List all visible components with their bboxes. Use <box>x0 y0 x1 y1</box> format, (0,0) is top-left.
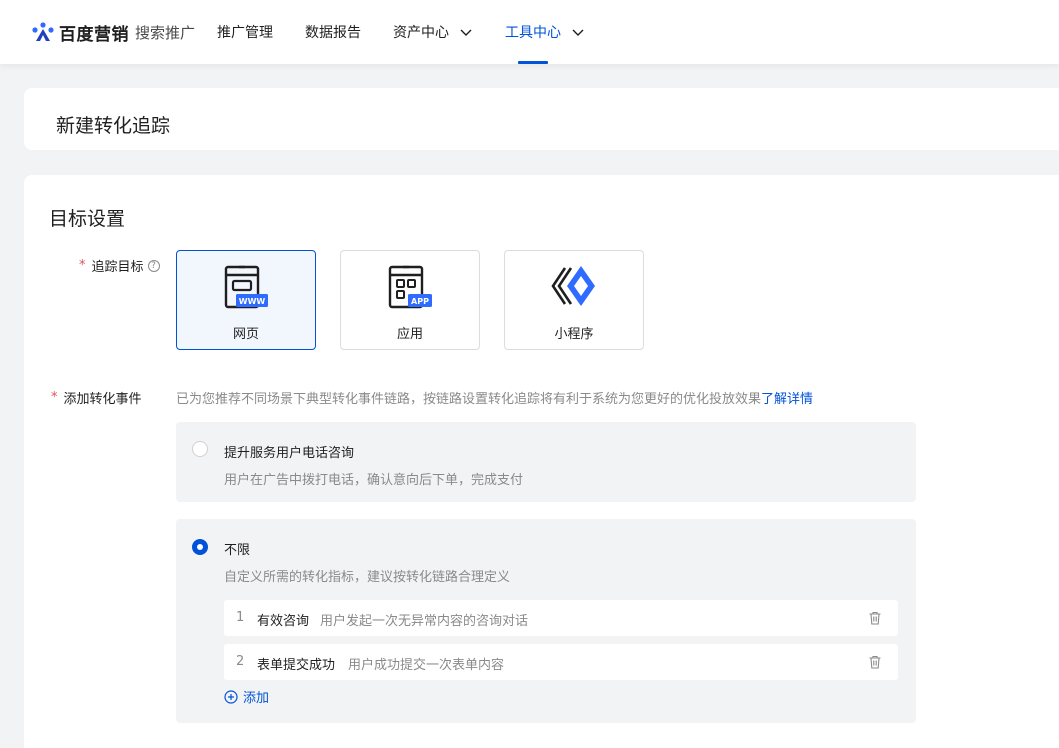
tracking-target-label-text: 追踪目标 <box>91 260 144 275</box>
page-title: 新建转化追踪 <box>56 115 171 137</box>
plus-circle-icon <box>224 689 238 704</box>
brand-name: 百度营销 <box>59 24 129 45</box>
learn-more-link[interactable]: 了解详情 <box>761 392 813 407</box>
top-nav-bar: 百度营销 搜索推广 推广管理 数据报告 资产中心 工具中心 <box>0 0 1059 64</box>
add-conversion-event-label-text: 添加转化事件 <box>63 392 142 407</box>
recommendation-hint: 已为您推荐不同场景下典型转化事件链路，按链路设置转化追踪将有利于系统为您更好的优… <box>176 388 813 407</box>
required-mark: * <box>51 390 58 405</box>
event-index: 1 <box>236 610 245 625</box>
active-tab-indicator <box>518 61 548 64</box>
add-event-button[interactable]: 添加 <box>224 687 269 706</box>
conversion-event-row: 2 表单提交成功 用户成功提交一次表单内容 <box>224 644 898 680</box>
mini-program-icon <box>551 266 595 306</box>
event-description: 用户发起一次无异常内容的咨询对话 <box>320 614 529 629</box>
add-event-label: 添加 <box>243 691 270 706</box>
event-index: 2 <box>236 654 245 669</box>
page-header-card: 新建转化追踪 <box>24 88 1059 150</box>
nav-item-label: 数据报告 <box>305 25 361 41</box>
svg-text:WWW: WWW <box>239 297 266 306</box>
nav-item-campaign-management[interactable]: 推广管理 <box>217 22 273 42</box>
nav-item-label: 资产中心 <box>393 25 449 41</box>
conversion-event-row: 1 有效咨询 用户发起一次无异常内容的咨询对话 <box>224 600 898 636</box>
radio-button-selected[interactable] <box>192 539 208 555</box>
baidu-marketing-logo[interactable]: 百度营销 搜索推广 <box>31 19 195 45</box>
option-description: 自定义所需的转化指标，建议按转化链路合理定义 <box>224 570 511 585</box>
target-option-app[interactable]: APP 应用 <box>340 250 480 350</box>
option-title: 提升服务用户电话咨询 <box>224 446 355 461</box>
required-mark: * <box>79 258 86 273</box>
option-title: 不限 <box>224 543 251 558</box>
nav-item-asset-center[interactable]: 资产中心 <box>393 22 473 42</box>
goal-settings-card: 目标设置 * 追踪目标 ? WWW 网页 APP 应用 小程序 * 添加转化事件… <box>24 175 1059 748</box>
add-conversion-event-label: * 添加转化事件 <box>51 388 142 407</box>
target-option-webpage[interactable]: WWW 网页 <box>176 250 316 350</box>
radio-button[interactable] <box>192 441 208 457</box>
hint-text: 已为您推荐不同场景下典型转化事件链路，按链路设置转化追踪将有利于系统为您更好的优… <box>176 392 762 407</box>
option-description: 用户在广告中拨打电话，确认意向后下单，完成支付 <box>224 473 524 488</box>
webpage-www-icon: WWW <box>224 265 268 309</box>
delete-trash-icon[interactable] <box>868 655 882 669</box>
nav-item-label: 工具中心 <box>505 25 561 41</box>
chevron-down-icon <box>460 29 472 36</box>
event-option-phone-consult[interactable]: 提升服务用户电话咨询 用户在广告中拨打电话，确认意向后下单，完成支付 <box>176 422 916 502</box>
target-label-mini-program: 小程序 <box>554 327 594 342</box>
event-name: 表单提交成功 <box>257 658 336 673</box>
event-description: 用户成功提交一次表单内容 <box>348 658 505 673</box>
section-title: 目标设置 <box>49 208 126 230</box>
nav-item-label: 推广管理 <box>217 25 273 41</box>
target-label-app: 应用 <box>396 327 423 342</box>
event-name: 有效咨询 <box>257 614 310 629</box>
baidu-logo-icon <box>32 22 54 41</box>
nav-item-data-report[interactable]: 数据报告 <box>305 22 361 42</box>
question-circle-icon[interactable]: ? <box>147 259 160 272</box>
target-option-mini-program[interactable]: 小程序 <box>504 250 644 350</box>
chevron-down-icon <box>572 29 584 36</box>
svg-text:APP: APP <box>411 297 429 306</box>
tracking-target-label: * 追踪目标 ? <box>79 256 160 275</box>
nav-item-tool-center[interactable]: 工具中心 <box>505 22 585 42</box>
event-option-unlimited[interactable]: 不限 自定义所需的转化指标，建议按转化链路合理定义 1 有效咨询 用户发起一次无… <box>176 519 916 723</box>
app-icon: APP <box>388 265 432 309</box>
product-name: 搜索推广 <box>135 23 196 42</box>
target-label-webpage: 网页 <box>232 327 259 342</box>
delete-trash-icon[interactable] <box>868 611 882 625</box>
